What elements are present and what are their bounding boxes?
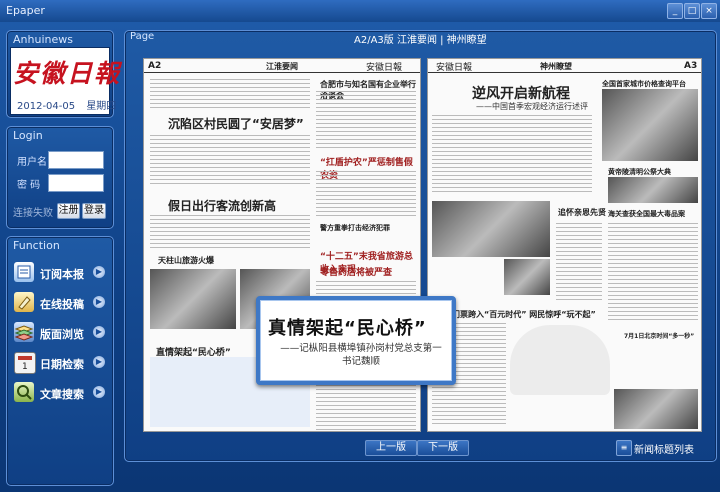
section-name-right: 神州瞭望 <box>540 62 572 71</box>
close-icon[interactable]: × <box>701 3 717 19</box>
headline[interactable]: 警方重拳打击经济犯罪 <box>320 223 390 233</box>
prev-page-button[interactable]: 上一版 <box>365 440 417 456</box>
headline[interactable]: 追怀亲恩先贤 <box>558 207 606 218</box>
function-subscribe[interactable]: 订阅本报 ▶ <box>14 262 106 284</box>
list-icon[interactable]: ≡ <box>616 440 632 456</box>
headline[interactable]: 海关查获全国最大毒品案 <box>608 209 685 219</box>
function-label: 版面浏览 <box>40 328 84 341</box>
divider <box>144 72 420 73</box>
news-photo <box>608 177 698 203</box>
article-preview-popup[interactable]: 真情架起“民心桥” ——记枞阳县横埠镇孙岗村党总支第一书记魏顺 <box>256 296 456 385</box>
chevron-right-icon: ▶ <box>93 386 105 398</box>
issue-weekday: 星期四 <box>86 101 117 112</box>
function-article-search[interactable]: 文章搜索 ▶ <box>14 382 106 404</box>
function-label: 在线投稿 <box>40 298 84 311</box>
login-panel-header: Login <box>13 129 43 142</box>
headline[interactable]: 零售药店将被严查 <box>320 265 392 278</box>
popup-subtitle: ——记枞阳县横埠镇孙岗村党总支第一书记魏顺 <box>280 343 442 367</box>
username-input[interactable] <box>48 151 104 169</box>
news-photo <box>504 259 550 295</box>
divider <box>428 72 701 73</box>
article-search-icon <box>14 382 34 402</box>
article-text <box>556 223 602 303</box>
calendar-icon: 1 <box>14 352 36 374</box>
function-label: 文章搜索 <box>40 388 84 401</box>
news-photo <box>150 269 236 329</box>
layout-browse-icon <box>14 322 34 342</box>
newspaper-logo: 安徽日報 <box>13 59 122 88</box>
headline[interactable]: 天柱山旅游火爆 <box>158 255 214 266</box>
news-photo <box>432 201 550 257</box>
news-photo <box>614 389 698 429</box>
password-label: 密 码 <box>17 180 41 191</box>
login-button[interactable]: 登录 <box>82 203 106 219</box>
next-page-button[interactable]: 下一版 <box>417 440 469 456</box>
function-online-submit[interactable]: 在线投稿 ▶ <box>14 292 106 314</box>
news-photo <box>602 89 698 161</box>
subscribe-icon <box>14 262 34 282</box>
chevron-right-icon: ▶ <box>93 326 105 338</box>
section-name-left: 江淮要闻 <box>266 62 298 71</box>
online-submit-icon <box>14 292 34 312</box>
svg-text:1: 1 <box>22 362 28 372</box>
newspaper-page-right[interactable]: 安徽日報 神州瞭望 A3 逆风开启新航程 ——中国首季宏观经济运行述评 全国首家… <box>427 58 702 432</box>
article-text <box>150 135 310 185</box>
article-text <box>316 91 416 149</box>
headline[interactable]: 全国首家城市价格查询平台 <box>602 79 686 89</box>
article-text <box>316 171 416 219</box>
brand-panel-header: Anhuinews <box>13 33 73 46</box>
register-button[interactable]: 注册 <box>57 203 80 219</box>
article-text <box>150 215 310 249</box>
popup-title: 真情架起“民心桥” <box>268 318 427 339</box>
illustration-hand <box>510 325 610 395</box>
login-status: 连接失败 <box>13 208 53 219</box>
issue-date: 2012-04-05 星期四 <box>17 97 116 112</box>
restore-icon[interactable]: □ <box>684 3 700 19</box>
page-number-left: A2 <box>148 61 162 71</box>
window-title: Epaper <box>6 4 45 17</box>
headline[interactable]: 门票跨入“百元时代” 网民惊呼“玩不起” <box>452 309 596 320</box>
chevron-right-icon: ▶ <box>93 296 105 308</box>
headline[interactable]: 黄帝陵清明公祭大典 <box>608 167 671 177</box>
headline[interactable]: 逆风开启新航程 <box>472 83 570 103</box>
headline[interactable]: 7月1日北京时间“多一秒” <box>624 331 694 340</box>
function-label: 订阅本报 <box>40 268 84 281</box>
function-date-search[interactable]: 1 日期检索 ▶ <box>14 352 106 374</box>
page-number-right: A3 <box>684 61 698 71</box>
window-titlebar: Epaper _ □ × <box>0 0 720 23</box>
headline[interactable]: 沉陷区村民圆了“安居梦” <box>168 115 304 132</box>
headline[interactable]: 假日出行客流创新高 <box>168 197 276 214</box>
article-text <box>608 223 698 323</box>
page-panel-header: Page <box>130 31 155 42</box>
username-label: 用户名 <box>17 157 47 168</box>
chevron-right-icon: ▶ <box>93 356 105 368</box>
headline-subtitle: ——中国首季宏观经济运行述评 <box>476 102 588 111</box>
news-title-list-link[interactable]: 新闻标题列表 <box>634 441 694 456</box>
function-layout-browse[interactable]: 版面浏览 ▶ <box>14 322 106 344</box>
function-label: 日期检索 <box>40 358 84 371</box>
password-input[interactable] <box>48 174 104 192</box>
article-text <box>150 79 310 109</box>
article-text <box>432 115 592 195</box>
minimize-icon[interactable]: _ <box>667 3 683 19</box>
function-panel-header: Function <box>13 239 60 252</box>
page-section-nav[interactable]: A2/A3版 江淮要闻 | 神州瞭望 <box>354 31 487 46</box>
chevron-right-icon: ▶ <box>93 266 105 278</box>
issue-date-value: 2012-04-05 <box>17 101 76 112</box>
